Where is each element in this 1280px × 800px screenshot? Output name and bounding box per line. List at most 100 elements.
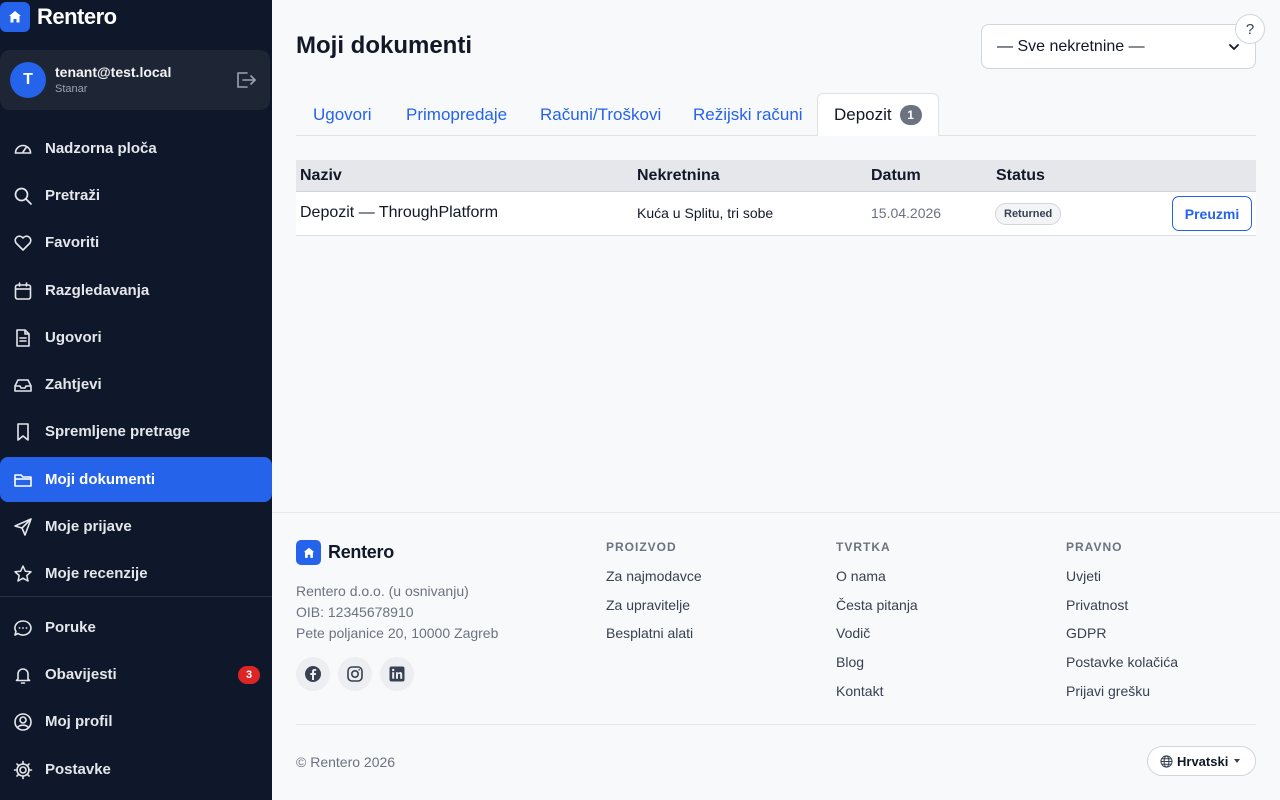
sidebar-item-label: Moji dokumenti — [45, 471, 155, 488]
logout-icon[interactable] — [235, 70, 257, 90]
company-oib: OIB: 12345678910 — [296, 604, 414, 620]
folder-icon — [12, 469, 34, 491]
gear-icon — [12, 759, 34, 781]
footer-link[interactable]: Česta pitanja — [836, 597, 918, 613]
footer-link[interactable]: Prijavi grešku — [1066, 683, 1150, 699]
help-button[interactable]: ? — [1235, 14, 1265, 44]
sidebar-item-label: Nadzorna ploča — [45, 140, 157, 157]
footer-link[interactable]: Besplatni alati — [606, 625, 693, 641]
sidebar-item-label: Pretraži — [45, 187, 101, 204]
main-content: Moji dokumenti — Sve nekretnine — ? Ugov… — [272, 0, 1280, 512]
globe-icon — [1160, 754, 1173, 768]
tab-utility-bills[interactable]: Režijski računi — [693, 93, 803, 136]
copyright: © Rentero 2026 — [296, 754, 396, 770]
sidebar-item-my-profile[interactable]: Moj profil — [0, 699, 272, 744]
language-label: Hrvatski — [1177, 753, 1229, 769]
sidebar-item-label: Favoriti — [45, 234, 100, 251]
tab-deposit-label: Depozit — [834, 104, 892, 124]
brand-name: Rentero — [37, 4, 117, 29]
property-filter-select[interactable]: — Sve nekretnine — — [981, 24, 1256, 69]
home-logo-icon — [296, 540, 321, 565]
footer-heading-company: TVRTKA — [836, 540, 891, 554]
sidebar-item-notifications[interactable]: Obavijesti 3 — [0, 652, 272, 697]
page-title: Moji dokumenti — [296, 32, 472, 59]
language-selector[interactable]: Hrvatski — [1147, 746, 1256, 776]
sidebar-item-requests[interactable]: Zahtjevi — [0, 362, 272, 407]
sidebar-item-settings[interactable]: Postavke — [0, 747, 272, 792]
send-icon — [12, 516, 34, 538]
facebook-icon[interactable] — [296, 657, 330, 691]
download-button[interactable]: Preuzmi — [1172, 196, 1252, 231]
column-header-date: Datum — [871, 167, 921, 184]
brand[interactable]: Rentero — [0, 2, 117, 32]
sidebar-item-label: Obavijesti — [45, 666, 117, 683]
column-header-name: Naziv — [300, 167, 342, 184]
bookmark-icon — [12, 421, 34, 443]
tab-invoices-costs[interactable]: Računi/Troškovi — [540, 93, 661, 136]
sidebar-item-label: Moje prijave — [45, 518, 132, 535]
column-header-status: Status — [996, 167, 1045, 184]
footer-link[interactable]: GDPR — [1066, 625, 1106, 641]
footer-divider — [296, 724, 1256, 725]
footer-link[interactable]: Za upravitelje — [606, 597, 690, 613]
sidebar-item-label: Ugovori — [45, 329, 102, 346]
star-icon — [12, 563, 34, 585]
footer-heading-product: PROIZVOD — [606, 540, 677, 554]
sidebar-item-contracts[interactable]: Ugovori — [0, 315, 272, 360]
footer-brand[interactable]: Rentero — [296, 540, 394, 565]
sidebar-item-dashboard[interactable]: Nadzorna ploča — [0, 126, 272, 171]
company-address: Pete poljanice 20, 10000 Zagreb — [296, 625, 499, 641]
sidebar-item-my-applications[interactable]: Moje prijave — [0, 504, 272, 549]
footer-link[interactable]: Uvjeti — [1066, 568, 1101, 584]
column-header-property: Nekretnina — [637, 167, 720, 184]
document-icon — [12, 327, 34, 349]
property-filter-value: — Sve nekretnine — — [997, 38, 1145, 55]
sidebar-item-label: Moj profil — [45, 713, 113, 730]
heart-icon — [12, 232, 34, 254]
footer-link[interactable]: Kontakt — [836, 683, 883, 699]
sidebar-item-saved-searches[interactable]: Spremljene pretrage — [0, 409, 272, 454]
table-row: Depozit — ThroughPlatform Kuća u Splitu,… — [296, 192, 1256, 236]
sidebar-item-viewings[interactable]: Razgledavanja — [0, 268, 272, 313]
home-logo-icon — [0, 2, 30, 32]
user-circle-icon — [12, 711, 34, 733]
instagram-icon[interactable] — [338, 657, 372, 691]
sidebar-item-label: Zahtjevi — [45, 376, 102, 393]
footer-link[interactable]: Za najmodavce — [606, 568, 702, 584]
sidebar-item-my-documents[interactable]: Moji dokumenti — [0, 457, 272, 502]
footer-link[interactable]: Vodič — [836, 625, 870, 641]
footer-brand-name: Rentero — [328, 542, 394, 562]
tab-handovers[interactable]: Primopredaje — [406, 93, 507, 136]
sidebar-item-favorites[interactable]: Favoriti — [0, 220, 272, 265]
company-name: Rentero d.o.o. (u osnivanju) — [296, 583, 469, 599]
chat-icon — [12, 617, 34, 639]
sidebar-item-my-reviews[interactable]: Moje recenzije — [0, 551, 272, 596]
inbox-icon — [12, 374, 34, 396]
dashboard-gauge-icon — [12, 138, 34, 160]
footer-link[interactable]: O nama — [836, 568, 886, 584]
document-tabs: Ugovori Primopredaje Računi/Troškovi Rež… — [296, 93, 1256, 136]
footer-heading-legal: PRAVNO — [1066, 540, 1123, 554]
document-name: Depozit — ThroughPlatform — [300, 204, 499, 221]
caret-down-icon — [1234, 759, 1241, 763]
document-property: Kuća u Splitu, tri sobe — [637, 205, 774, 221]
document-date: 15.04.2026 — [871, 205, 942, 221]
footer-link[interactable]: Postavke kolačića — [1066, 654, 1178, 670]
sidebar-item-messages[interactable]: Poruke — [0, 605, 272, 650]
tab-count-badge: 1 — [899, 104, 922, 125]
footer: Rentero Rentero d.o.o. (u osnivanju) OIB… — [272, 512, 1280, 800]
tab-deposit[interactable]: Depozit 1 — [817, 93, 939, 136]
tab-contracts[interactable]: Ugovori — [313, 93, 372, 136]
user-card: T tenant@test.local Stanar — [0, 50, 270, 110]
sidebar-item-label: Moje recenzije — [45, 565, 148, 582]
linkedin-icon[interactable] — [380, 657, 414, 691]
footer-link[interactable]: Privatnost — [1066, 597, 1128, 613]
footer-link[interactable]: Blog — [836, 654, 864, 670]
sidebar: Rentero T tenant@test.local Stanar Nadzo… — [0, 0, 272, 800]
bell-icon — [12, 664, 34, 686]
sidebar-item-label: Poruke — [45, 619, 96, 636]
sidebar-item-search[interactable]: Pretraži — [0, 173, 272, 218]
status-badge: Returned — [995, 203, 1062, 225]
user-role: Stanar — [55, 83, 88, 95]
sidebar-item-label: Postavke — [45, 761, 111, 778]
